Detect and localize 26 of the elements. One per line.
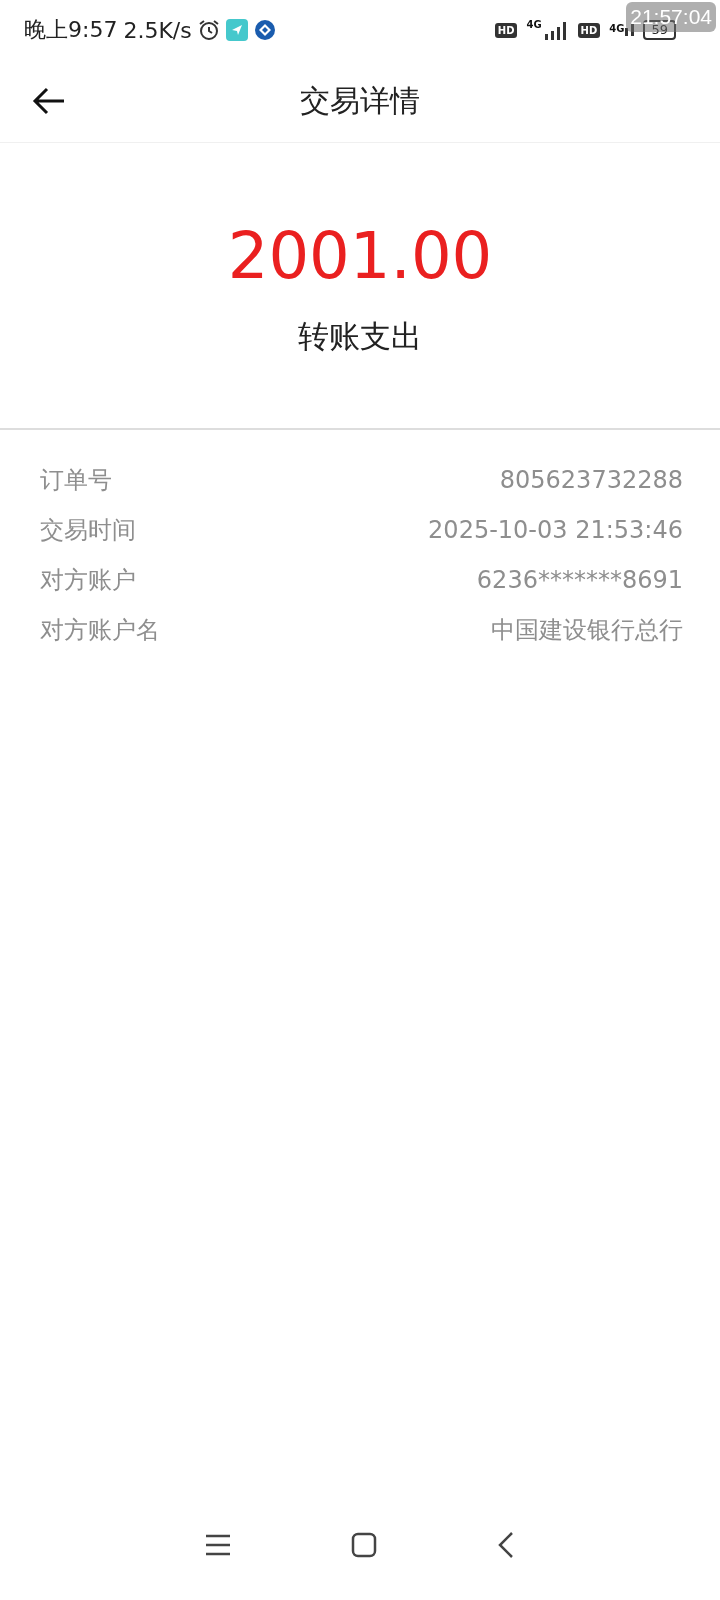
detail-label: 交易时间	[40, 515, 136, 546]
bank-app-icon	[253, 19, 276, 41]
detail-label: 对方账户名	[40, 615, 160, 646]
detail-value: 2025-10-03 21:53:46	[428, 516, 683, 544]
detail-label: 订单号	[40, 465, 112, 496]
hd-badge: HD	[577, 22, 601, 38]
amount: 2001.00	[227, 218, 493, 295]
network-speed: 2.5K/s	[123, 17, 192, 43]
page-title: 交易详情	[300, 81, 420, 120]
back-arrow-icon[interactable]	[32, 87, 66, 115]
signal-icon	[625, 24, 635, 36]
detail-label: 对方账户	[40, 565, 136, 596]
home-icon[interactable]	[351, 1532, 377, 1558]
transaction-type: 转账支出	[298, 317, 422, 356]
hd-badge: HD	[494, 22, 518, 38]
send-app-icon	[225, 19, 248, 41]
alarm-clock-icon	[197, 19, 220, 41]
status-time: 晚上9:57	[24, 16, 118, 44]
back-icon[interactable]	[497, 1531, 515, 1559]
signal-icon	[542, 20, 569, 40]
network-type: 4G	[526, 20, 542, 30]
detail-value: 805623732288	[499, 466, 683, 494]
detail-value: 中国建设银行总行	[491, 615, 683, 646]
network-type: 4G	[609, 24, 625, 34]
detail-value: 6236*******8691	[476, 566, 683, 594]
menu-icon[interactable]	[205, 1534, 231, 1556]
